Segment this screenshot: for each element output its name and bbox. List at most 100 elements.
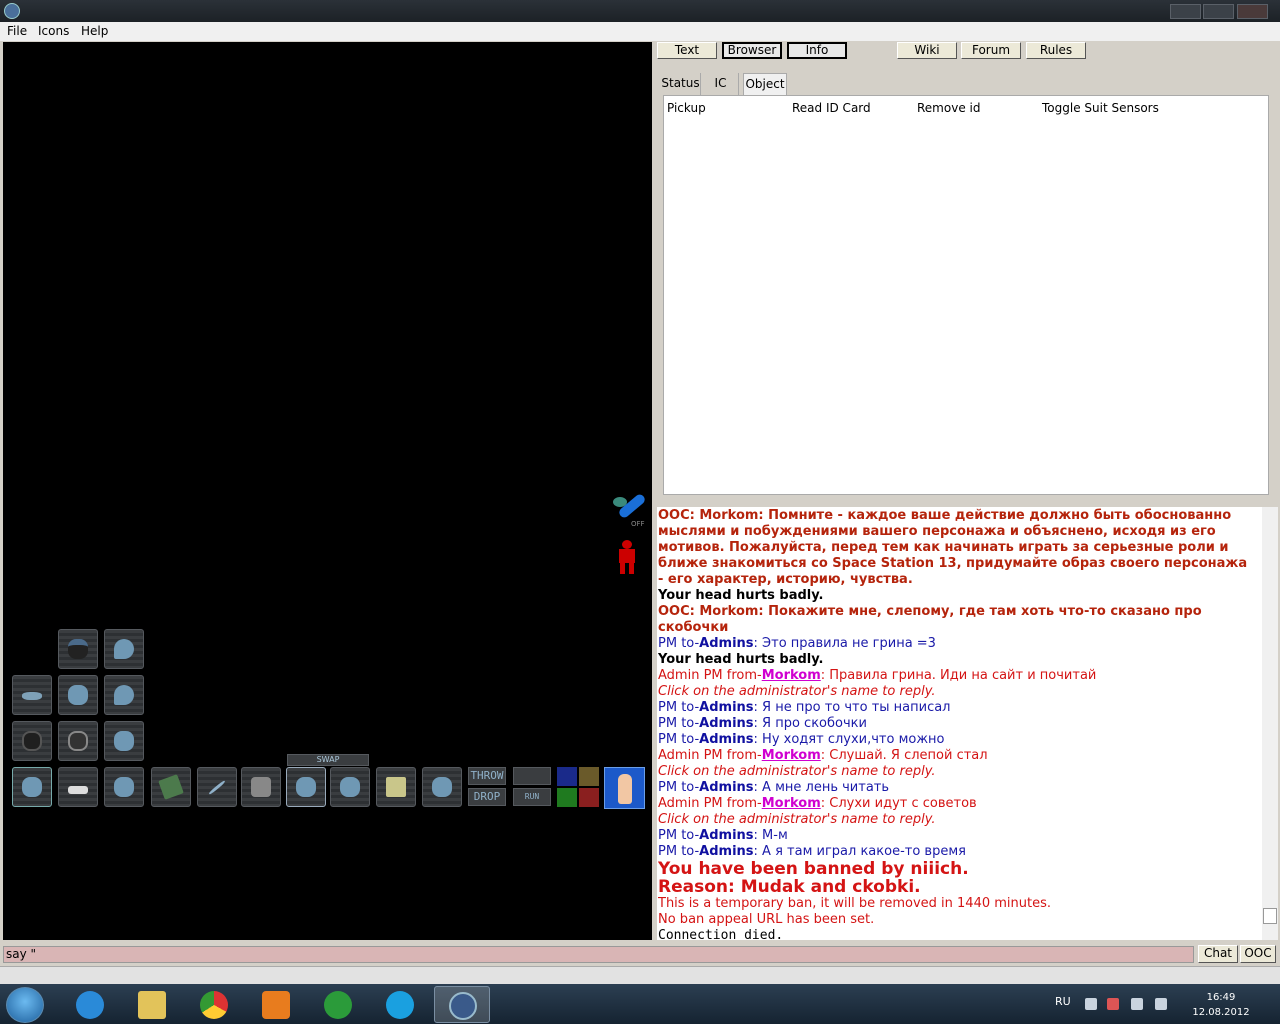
minimize-button[interactable]: [1170, 4, 1201, 19]
pocket-toggle-slot[interactable]: [12, 767, 52, 807]
help-intent-icon[interactable]: [557, 767, 577, 786]
start-orb[interactable]: [6, 987, 44, 1023]
admin-name-link[interactable]: Morkom: [762, 668, 821, 683]
menu-file[interactable]: File: [7, 24, 27, 38]
game-map-viewport[interactable]: OFF: [3, 42, 652, 940]
intent-selector[interactable]: [557, 767, 600, 808]
ss13-app-icon: [4, 3, 20, 19]
left-ear-slot[interactable]: [104, 629, 144, 669]
storage2-slot[interactable]: [376, 767, 416, 807]
internet-explorer-icon[interactable]: [62, 986, 118, 1023]
swap-hands-label[interactable]: SWAP: [287, 754, 369, 766]
zone-select-doll[interactable]: [604, 767, 645, 809]
system-message: Your head hurts badly.: [658, 652, 824, 667]
ban-reason: Reason: Mudak and ckobki.: [658, 878, 921, 896]
chat-button[interactable]: Chat: [1198, 945, 1238, 963]
glasses-slot[interactable]: [12, 675, 52, 715]
ooc-message: OOC: Morkom: Помните - каждое ваше дейст…: [658, 508, 1248, 587]
language-indicator[interactable]: RU: [1055, 995, 1071, 1008]
menu-icons[interactable]: Icons: [38, 24, 69, 38]
verb-read-id-card[interactable]: Read ID Card: [792, 101, 871, 115]
belt-slot[interactable]: [104, 767, 144, 807]
ooc-button[interactable]: OOC: [1240, 945, 1276, 963]
run-walk-button[interactable]: RUN: [513, 788, 551, 806]
tab-ic[interactable]: IC: [703, 73, 739, 95]
connection-status: Connection died.: [658, 928, 784, 940]
output-scrollbar[interactable]: [1262, 507, 1278, 940]
verb-remove-id[interactable]: Remove id: [917, 101, 980, 115]
internals-icon[interactable]: OFF: [613, 492, 647, 528]
left-hand-slot[interactable]: [330, 767, 370, 807]
pm-message: PM to-Admins: А мне лень читать: [658, 780, 890, 795]
ban-appeal: No ban appeal URL has been set.: [658, 912, 875, 927]
menu-help[interactable]: Help: [81, 24, 108, 38]
clock[interactable]: 16:49 12.08.2012: [1190, 990, 1252, 1020]
suit-slot[interactable]: [12, 721, 52, 761]
admin-pm-message: Admin PM from-Morkom: Слушай. Я слепой с…: [658, 748, 988, 763]
forum-button[interactable]: Forum: [961, 42, 1021, 59]
pm-message: PM to-Admins: А я там играл какое-то вре…: [658, 844, 966, 859]
command-input[interactable]: say ": [3, 946, 1194, 963]
skype-icon[interactable]: [372, 986, 428, 1023]
head-slot[interactable]: [58, 629, 98, 669]
reply-hint: Click on the administrator's name to rep…: [658, 684, 936, 699]
mask-slot[interactable]: [58, 675, 98, 715]
maximize-button[interactable]: [1203, 4, 1234, 19]
verb-toggle-suit-sensors[interactable]: Toggle Suit Sensors: [1042, 101, 1159, 115]
file-explorer-icon[interactable]: [124, 986, 180, 1023]
tab-status[interactable]: Status: [661, 73, 701, 95]
shoes-slot[interactable]: [58, 767, 98, 807]
close-button[interactable]: [1237, 4, 1268, 19]
reply-hint: Click on the administrator's name to rep…: [658, 812, 936, 827]
media-player-icon[interactable]: [248, 986, 304, 1023]
status-bar: [0, 966, 1280, 984]
drop-button[interactable]: DROP: [468, 788, 506, 806]
volume-icon[interactable]: [1155, 998, 1167, 1010]
verb-panel: Pickup Read ID Card Remove id Toggle Sui…: [663, 95, 1269, 495]
grab-intent-icon[interactable]: [557, 788, 577, 807]
command-bar: say " Chat OOC: [0, 943, 1280, 965]
gloves-slot[interactable]: [104, 721, 144, 761]
admin-name-link[interactable]: Morkom: [762, 748, 821, 763]
verb-pickup[interactable]: Pickup: [667, 101, 706, 115]
storage1-slot[interactable]: [197, 767, 237, 807]
back-slot[interactable]: [241, 767, 281, 807]
pm-message: PM to-Admins: Ну ходят слухи,что можно: [658, 732, 945, 747]
wiki-button[interactable]: Wiki: [897, 42, 957, 59]
harm-intent-icon[interactable]: [579, 788, 599, 807]
chrome-icon[interactable]: [186, 986, 242, 1023]
uniform-slot[interactable]: [58, 721, 98, 761]
pm-message: PM to-Admins: Я не про то что ты написал: [658, 700, 951, 715]
pull-button[interactable]: [513, 767, 551, 785]
ban-message: You have been banned by niiich.: [658, 860, 969, 878]
admin-pm-message: Admin PM from-Morkom: Правила грина. Иди…: [658, 668, 1097, 683]
system-message: Your head hurts badly.: [658, 588, 824, 603]
pm-message: PM to-Admins: Это правила не грина =3: [658, 636, 936, 651]
utorrent-icon[interactable]: [310, 986, 366, 1023]
pm-message: PM to-Admins: Я про скобочки: [658, 716, 867, 731]
tray-app-icon[interactable]: [1085, 998, 1097, 1010]
disarm-intent-icon[interactable]: [579, 767, 599, 786]
admin-name-link[interactable]: Morkom: [762, 796, 821, 811]
tab-object[interactable]: Object: [743, 73, 787, 95]
rules-button[interactable]: Rules: [1026, 42, 1086, 59]
ban-duration: This is a temporary ban, it will be remo…: [658, 896, 1052, 911]
right-ear-slot[interactable]: [104, 675, 144, 715]
info-button[interactable]: Info: [787, 42, 847, 59]
text-button[interactable]: Text: [657, 42, 717, 59]
network-icon[interactable]: [1131, 998, 1143, 1010]
browser-button[interactable]: Browser: [722, 42, 782, 59]
reply-hint: Click on the administrator's name to rep…: [658, 764, 936, 779]
chat-output: OOC: Morkom: Помните - каждое ваше дейст…: [657, 507, 1262, 940]
ss13-icon[interactable]: [434, 986, 490, 1023]
admin-pm-message: Admin PM from-Morkom: Слухи идут с совет…: [658, 796, 977, 811]
throw-button[interactable]: THROW: [468, 767, 506, 785]
scrollbar-thumb[interactable]: [1263, 908, 1277, 924]
id-slot[interactable]: [151, 767, 191, 807]
health-doll-icon[interactable]: [615, 540, 639, 574]
pocket-slot[interactable]: [422, 767, 462, 807]
action-center-icon[interactable]: [1107, 998, 1119, 1010]
right-hand-slot[interactable]: [286, 767, 326, 807]
windows-taskbar: RU 16:49 12.08.2012: [0, 984, 1280, 1024]
window-titlebar: [0, 0, 1280, 22]
